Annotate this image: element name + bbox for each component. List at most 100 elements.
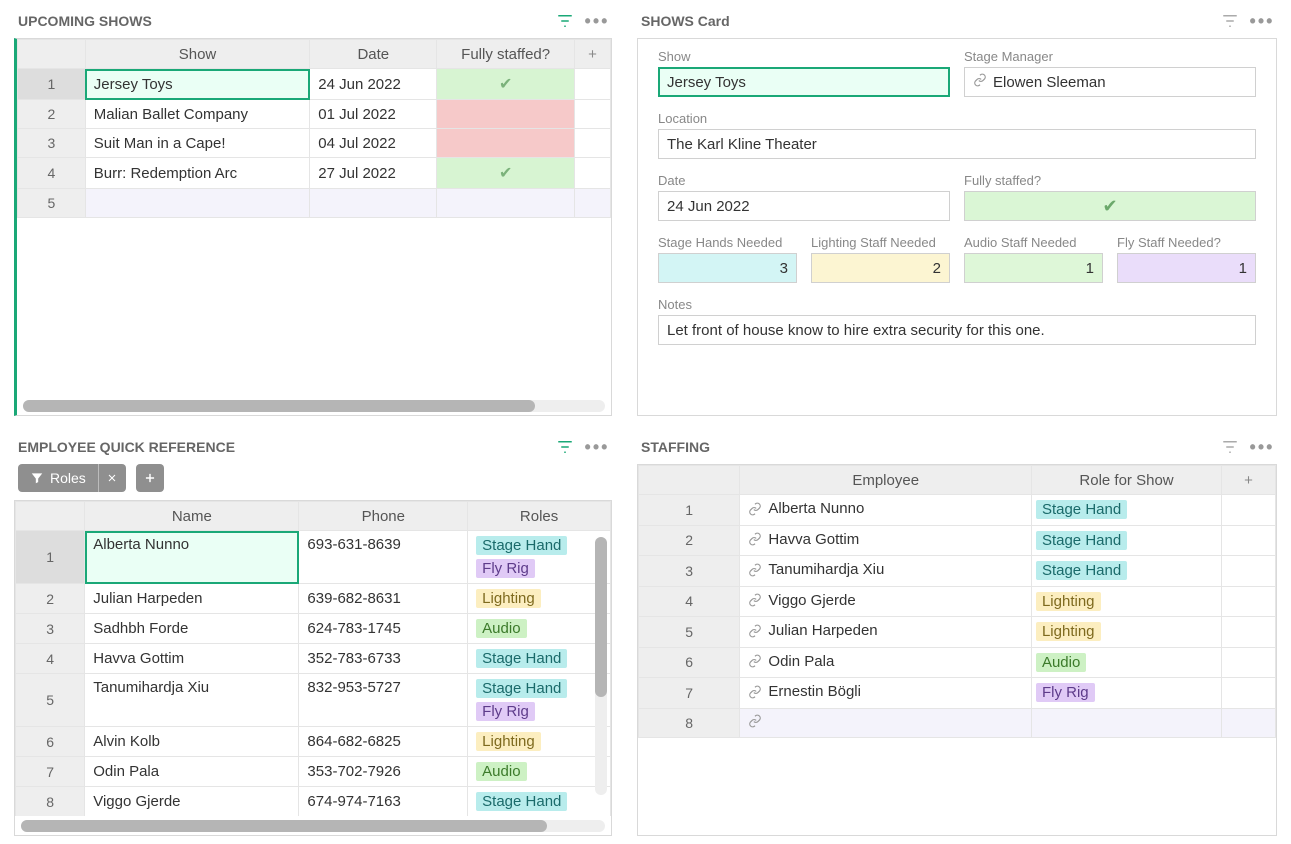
- stage-manager-input[interactable]: Elowen Sleeman: [964, 67, 1256, 97]
- field-label: Date: [658, 173, 950, 188]
- cell-date[interactable]: 24 Jun 2022: [310, 69, 437, 100]
- col-staffed[interactable]: Fully staffed?: [437, 40, 575, 69]
- table-row[interactable]: 3 Sadhbh Forde 624-783-1745 Audio: [16, 614, 611, 644]
- table-row[interactable]: 1 Jersey Toys 24 Jun 2022 ✔: [18, 69, 611, 100]
- vertical-scrollbar[interactable]: [595, 537, 607, 795]
- link-icon: [748, 563, 762, 577]
- check-icon: ✔: [499, 165, 512, 182]
- link-icon: [748, 532, 762, 546]
- panel-title: SHOWS Card: [641, 13, 730, 29]
- fly-staff-input[interactable]: 1: [1117, 253, 1256, 283]
- col-phone[interactable]: Phone: [299, 502, 468, 531]
- field-label: Notes: [658, 297, 1256, 312]
- audio-staff-input[interactable]: 1: [964, 253, 1103, 283]
- table-row[interactable]: 6 Alvin Kolb 864-682-6825 Lighting: [16, 727, 611, 757]
- role-badge: Stage Hand: [476, 536, 567, 555]
- plus-icon: [143, 471, 157, 485]
- table-row[interactable]: 7 Ernestin Bögli Fly Rig: [639, 678, 1276, 709]
- col-role[interactable]: Role for Show: [1031, 466, 1221, 495]
- table-row[interactable]: 1 Alberta Nunno 693-631-8639 Stage Hand …: [16, 531, 611, 584]
- more-icon[interactable]: •••: [588, 438, 606, 456]
- role-badge: Lighting: [1036, 622, 1101, 641]
- more-icon[interactable]: •••: [588, 12, 606, 30]
- table-row[interactable]: 4 Havva Gottim 352-783-6733 Stage Hand: [16, 644, 611, 674]
- cell-roles[interactable]: Stage Hand Fly Rig: [468, 531, 611, 584]
- table-row[interactable]: 6 Odin Pala Audio: [639, 647, 1276, 678]
- table-row[interactable]: 1 Alberta Nunno Stage Hand: [639, 495, 1276, 526]
- check-icon: ✔: [499, 76, 512, 93]
- field-label: Stage Hands Needed: [658, 235, 797, 250]
- upcoming-grid[interactable]: Show Date Fully staffed? + 1 Jersey Toys…: [14, 38, 612, 416]
- table-row[interactable]: 5 Tanumihardja Xiu 832-953-5727 Stage Ha…: [16, 674, 611, 727]
- filter-icon[interactable]: [556, 438, 574, 456]
- filter-icon[interactable]: [1221, 12, 1239, 30]
- panel-employees: EMPLOYEE QUICK REFERENCE ••• Roles: [14, 434, 612, 836]
- col-date[interactable]: Date: [310, 40, 437, 69]
- role-badge: Fly Rig: [476, 559, 535, 578]
- role-badge: Fly Rig: [476, 702, 535, 721]
- add-column-button[interactable]: +: [1222, 466, 1276, 495]
- filter-chip-roles[interactable]: Roles: [18, 464, 126, 492]
- link-icon: [748, 685, 762, 699]
- table-row[interactable]: 2 Malian Ballet Company 01 Jul 2022: [18, 100, 611, 129]
- table-row[interactable]: 7 Odin Pala 353-702-7926 Audio: [16, 757, 611, 787]
- table-row-empty[interactable]: 8: [639, 708, 1276, 737]
- date-input[interactable]: 24 Jun 2022: [658, 191, 950, 221]
- panel-title: UPCOMING SHOWS: [18, 13, 152, 29]
- table-row-empty[interactable]: 5: [18, 189, 611, 218]
- field-label: Show: [658, 49, 950, 64]
- role-badge: Stage Hand: [476, 792, 567, 811]
- role-badge: Lighting: [1036, 592, 1101, 611]
- link-icon: [748, 654, 762, 668]
- table-row[interactable]: 3 Tanumihardja Xiu Stage Hand: [639, 556, 1276, 587]
- filter-icon[interactable]: [1221, 438, 1239, 456]
- cell-staffed[interactable]: ✔: [437, 69, 575, 100]
- role-badge: Audio: [476, 619, 526, 638]
- table-row[interactable]: 8 Viggo Gjerde 674-974-7163 Stage Hand: [16, 787, 611, 817]
- col-show[interactable]: Show: [85, 40, 309, 69]
- horizontal-scrollbar[interactable]: [23, 400, 605, 412]
- cell-show[interactable]: Jersey Toys: [85, 69, 309, 100]
- employees-grid[interactable]: Name Phone Roles 1 Alberta Nunno 693-631…: [14, 500, 612, 836]
- link-icon: [748, 624, 762, 638]
- col-roles[interactable]: Roles: [468, 502, 611, 531]
- fully-staffed-input[interactable]: ✔: [964, 191, 1256, 221]
- panel-title: STAFFING: [641, 439, 710, 455]
- field-label: Lighting Staff Needed: [811, 235, 950, 250]
- link-icon: [748, 714, 762, 728]
- role-badge: Stage Hand: [1036, 500, 1127, 519]
- add-filter-button[interactable]: [136, 464, 164, 492]
- cell-name[interactable]: Alberta Nunno: [85, 531, 299, 584]
- role-badge: Audio: [1036, 653, 1086, 672]
- link-icon: [748, 593, 762, 607]
- location-input[interactable]: The Karl Kline Theater: [658, 129, 1256, 159]
- col-name[interactable]: Name: [85, 502, 299, 531]
- table-row[interactable]: 5 Julian Harpeden Lighting: [639, 617, 1276, 648]
- horizontal-scrollbar[interactable]: [21, 820, 605, 832]
- notes-input[interactable]: Let front of house know to hire extra se…: [658, 315, 1256, 345]
- role-badge: Stage Hand: [1036, 561, 1127, 580]
- field-label: Fly Staff Needed?: [1117, 235, 1256, 250]
- filter-icon[interactable]: [556, 12, 574, 30]
- col-employee[interactable]: Employee: [740, 466, 1032, 495]
- lighting-staff-input[interactable]: 2: [811, 253, 950, 283]
- staffing-grid[interactable]: Employee Role for Show + 1 Alberta Nunno…: [637, 464, 1277, 836]
- table-row[interactable]: 2 Julian Harpeden 639-682-8631 Lighting: [16, 584, 611, 614]
- panel-title: EMPLOYEE QUICK REFERENCE: [18, 439, 235, 455]
- field-label: Audio Staff Needed: [964, 235, 1103, 250]
- filter-chip-close[interactable]: [98, 464, 126, 492]
- add-column-button[interactable]: +: [574, 40, 610, 69]
- table-row[interactable]: 3 Suit Man in a Cape! 04 Jul 2022: [18, 129, 611, 158]
- role-badge: Stage Hand: [476, 649, 567, 668]
- show-input[interactable]: Jersey Toys: [658, 67, 950, 97]
- field-label: Stage Manager: [964, 49, 1256, 64]
- more-icon[interactable]: •••: [1253, 12, 1271, 30]
- more-icon[interactable]: •••: [1253, 438, 1271, 456]
- table-row[interactable]: 4 Burr: Redemption Arc 27 Jul 2022 ✔: [18, 158, 611, 189]
- role-badge: Lighting: [476, 732, 541, 751]
- stage-hands-input[interactable]: 3: [658, 253, 797, 283]
- role-badge: Fly Rig: [1036, 683, 1095, 702]
- table-row[interactable]: 4 Viggo Gjerde Lighting: [639, 586, 1276, 617]
- field-label: Location: [658, 111, 1256, 126]
- table-row[interactable]: 2 Havva Gottim Stage Hand: [639, 525, 1276, 556]
